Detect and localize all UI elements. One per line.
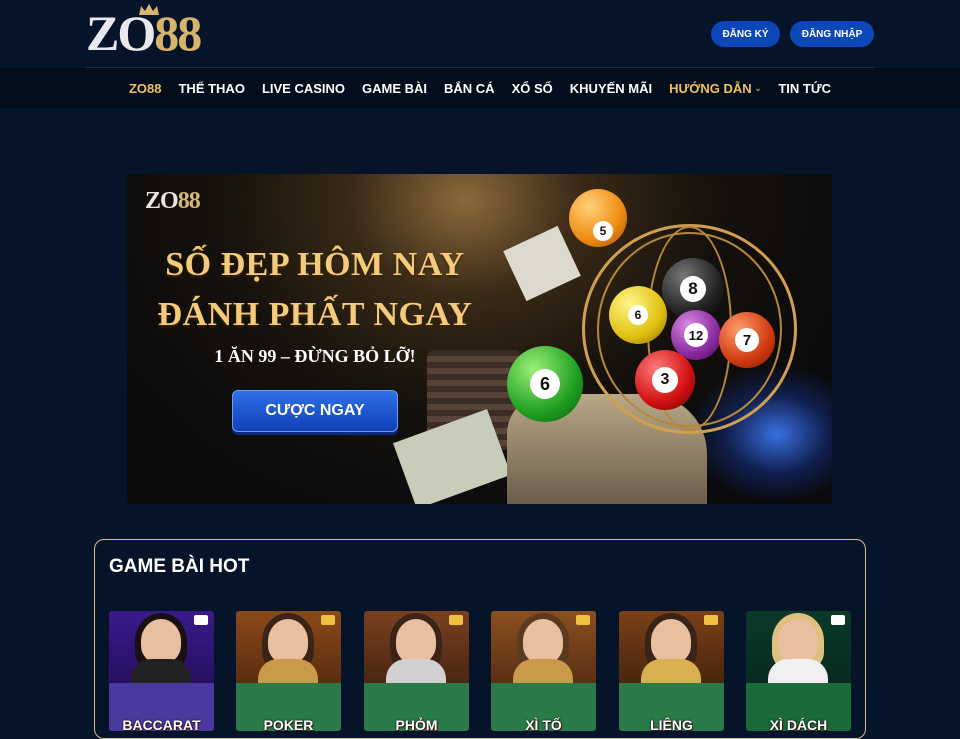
nav-item-khuyen-mai[interactable]: KHUYẾN MÃI	[561, 81, 660, 96]
nav-item-label: GAME BÀI	[362, 80, 428, 96]
banner-logo-num: 88	[177, 188, 201, 214]
dealer-face	[523, 619, 563, 663]
banner-headline: SỐ ĐẸP HÔM NAY	[165, 246, 465, 283]
ball-number: 7	[735, 328, 759, 352]
badge-icon	[194, 615, 208, 625]
game-card-lieng[interactable]: LIÊNG	[619, 611, 724, 731]
nav-item-label: ZO88	[128, 80, 162, 96]
banner-logo: ZO88	[145, 188, 201, 215]
nav-item-live-casino[interactable]: LIVE CASINO	[253, 81, 353, 96]
ball-number: 6	[530, 369, 560, 399]
lottery-ball: 5	[569, 189, 627, 247]
game-card-label: XÌ DÁCH	[769, 717, 828, 731]
ball-number: 8	[680, 276, 706, 302]
lottery-ball: 6	[609, 286, 667, 344]
game-card-label: BACCARAT	[122, 717, 201, 731]
nav-item-label: KHUYẾN MÃI	[569, 80, 653, 96]
nav-item-label: TIN TỨC	[778, 80, 832, 96]
game-card-label: LIÊNG	[650, 717, 693, 731]
logo-text: ZO88	[86, 6, 236, 60]
site-logo[interactable]: ZO88	[86, 4, 236, 60]
nav-item-huong-dan[interactable]: HƯỚNG DẪN ⌄	[661, 81, 770, 96]
nav-item-label: BẮN CÁ	[444, 80, 495, 96]
nav-item-tin-tuc[interactable]: TIN TỨC	[770, 81, 840, 96]
game-card-label: POKER	[263, 717, 314, 731]
banner-headline: ĐÁNH PHẤT NGAY	[157, 296, 473, 333]
lottery-ball: 7	[719, 312, 775, 368]
nav-item-xo-so[interactable]: XỔ SỐ	[503, 81, 561, 96]
lottery-ball: 6	[507, 346, 583, 422]
dealer-face	[396, 619, 436, 663]
nav-item-label: XỔ SỐ	[511, 80, 553, 96]
dealer-face	[778, 619, 818, 663]
game-card-phom[interactable]: PHỎM	[364, 611, 469, 731]
login-button[interactable]: ĐĂNG NHẬP	[790, 21, 874, 47]
game-card-label: PHỎM	[395, 717, 438, 731]
banner-logo-zo: ZO	[145, 188, 179, 214]
nav-item-ban-ca[interactable]: BẮN CÁ	[436, 81, 504, 96]
lottery-ball: 3	[635, 350, 695, 410]
dealer-face	[651, 619, 691, 663]
nav-item-label: HƯỚNG DẪN	[669, 80, 752, 96]
badge-icon	[704, 615, 718, 625]
crown-icon	[139, 4, 159, 15]
nav-item-zo88[interactable]: ZO88	[120, 81, 170, 96]
game-card-label: XÌ TỐ	[525, 717, 562, 731]
banner-subline: 1 ĂN 99 – ĐỪNG BỎ LỠ!	[214, 346, 416, 366]
ball-number: 12	[684, 323, 708, 347]
badge-icon	[576, 615, 590, 625]
game-card-xi-to[interactable]: XÌ TỐ	[491, 611, 596, 731]
nav-item-label: THỂ THAO	[178, 80, 245, 96]
ball-number: 5	[593, 221, 613, 241]
main-nav: ZO88 THỂ THAO LIVE CASINO GAME BÀI BẮN C…	[0, 68, 960, 108]
hot-card-games-section: GAME BÀI HOT BACCARAT POKER PHỎM XÌ TỐ L…	[94, 539, 866, 739]
dealer-face	[141, 619, 181, 663]
game-card-poker[interactable]: POKER	[236, 611, 341, 731]
section-title: GAME BÀI HOT	[109, 556, 250, 577]
top-header: ZO88 ĐĂNG KÝ ĐĂNG NHẬP	[0, 0, 960, 68]
badge-icon	[449, 615, 463, 625]
logo-text-num: 88	[154, 5, 202, 61]
lottery-ticket-image	[503, 225, 581, 302]
chevron-down-icon: ⌄	[754, 83, 762, 93]
badge-icon	[831, 615, 845, 625]
nav-item-game-bai[interactable]: GAME BÀI	[354, 81, 436, 96]
game-card-xi-dach[interactable]: XÌ DÁCH	[746, 611, 851, 731]
nav-item-label: LIVE CASINO	[261, 80, 346, 96]
bet-now-button[interactable]: CƯỢC NGAY	[232, 390, 398, 432]
badge-icon	[321, 615, 335, 625]
dealer-face	[268, 619, 308, 663]
ball-number: 3	[652, 367, 678, 393]
ball-number: 6	[628, 305, 648, 325]
promo-banner[interactable]: 5 8 6 12 7 3 6 ZO88 SỐ ĐẸP HÔM NAY ĐÁNH …	[127, 174, 832, 504]
game-card-baccarat[interactable]: BACCARAT	[109, 611, 214, 731]
nav-item-the-thao[interactable]: THỂ THAO	[170, 81, 253, 96]
register-button[interactable]: ĐĂNG KÝ	[711, 21, 780, 47]
